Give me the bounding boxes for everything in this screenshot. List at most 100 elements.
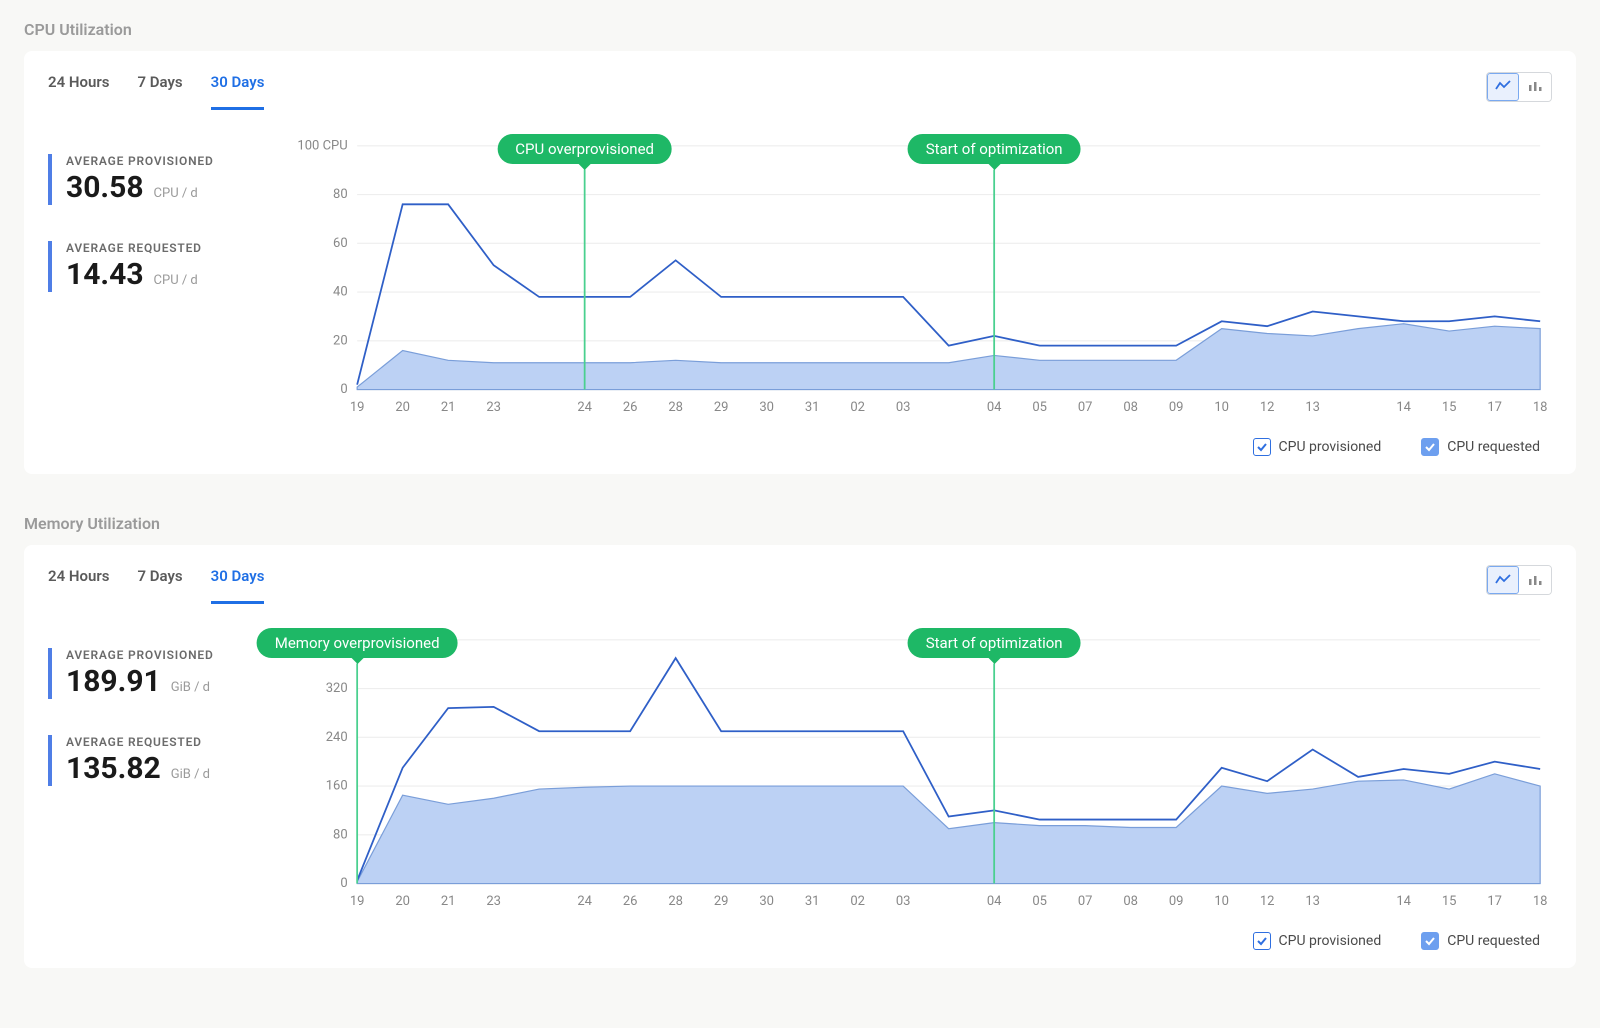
svg-text:02: 02 — [850, 894, 865, 909]
line-chart-toggle[interactable] — [1487, 73, 1519, 101]
svg-text:05: 05 — [1032, 400, 1047, 415]
svg-text:20: 20 — [333, 333, 348, 348]
legend-cpu-provisioned[interactable]: CPU provisioned — [1253, 438, 1382, 456]
svg-text:20: 20 — [395, 894, 410, 909]
legend-mem-requested[interactable]: CPU requested — [1421, 932, 1540, 950]
stat-unit: CPU / d — [154, 186, 198, 201]
bar-chart-toggle[interactable] — [1519, 566, 1551, 594]
svg-text:19: 19 — [350, 894, 365, 909]
stat-value: 14.43 — [66, 257, 144, 292]
svg-text:23: 23 — [486, 400, 501, 415]
checkbox-icon — [1253, 438, 1271, 456]
svg-text:09: 09 — [1169, 400, 1184, 415]
stat-value: 135.82 — [66, 751, 161, 786]
tab-30-days[interactable]: 30 Days — [211, 63, 265, 110]
legend-mem-provisioned[interactable]: CPU provisioned — [1253, 932, 1382, 950]
stat-unit: GiB / d — [171, 680, 210, 695]
svg-text:320: 320 — [326, 681, 348, 696]
stat-value: 189.91 — [66, 664, 161, 699]
annotation-start-optimization-mem: Start of optimization — [908, 628, 1081, 658]
cpu-panel: 24 Hours 7 Days 30 Days AVERAGE PROVISIO… — [24, 51, 1576, 474]
svg-text:240: 240 — [326, 730, 348, 745]
tab-7-days[interactable]: 7 Days — [137, 557, 182, 604]
svg-text:14: 14 — [1396, 894, 1411, 909]
svg-text:24: 24 — [577, 894, 592, 909]
memory-panel: 24 Hours 7 Days 30 Days AVERAGE PROVISIO… — [24, 545, 1576, 968]
svg-text:0: 0 — [340, 382, 347, 397]
cpu-tabs: 24 Hours 7 Days 30 Days — [48, 63, 264, 110]
svg-text:18: 18 — [1533, 894, 1548, 909]
bar-chart-icon — [1527, 571, 1543, 590]
svg-text:12: 12 — [1260, 400, 1275, 415]
tab-24-hours[interactable]: 24 Hours — [48, 63, 109, 110]
svg-text:40: 40 — [333, 285, 348, 300]
annotation-cpu-overprovisioned: CPU overprovisioned — [497, 134, 672, 164]
svg-text:20: 20 — [395, 400, 410, 415]
svg-text:18: 18 — [1533, 400, 1548, 415]
svg-text:03: 03 — [896, 400, 911, 415]
svg-text:12: 12 — [1260, 894, 1275, 909]
svg-text:02: 02 — [850, 400, 865, 415]
legend-label: CPU provisioned — [1279, 439, 1382, 455]
stat-label: AVERAGE REQUESTED — [66, 241, 278, 255]
tab-7-days[interactable]: 7 Days — [137, 63, 182, 110]
svg-text:160: 160 — [326, 779, 348, 794]
memory-chart: 080160240320400 GiB192021232426282930310… — [298, 628, 1552, 912]
stat-label: AVERAGE REQUESTED — [66, 735, 278, 749]
stat-avg-provisioned-cpu: AVERAGE PROVISIONED 30.58 CPU / d — [48, 154, 278, 205]
svg-text:29: 29 — [714, 894, 729, 909]
svg-text:17: 17 — [1487, 894, 1502, 909]
svg-text:0: 0 — [340, 876, 347, 891]
svg-text:08: 08 — [1123, 400, 1138, 415]
svg-text:21: 21 — [441, 400, 456, 415]
tab-24-hours[interactable]: 24 Hours — [48, 557, 109, 604]
checkbox-icon — [1253, 932, 1271, 950]
stat-value: 30.58 — [66, 170, 144, 205]
line-chart-icon — [1495, 571, 1511, 590]
annotation-start-optimization-cpu: Start of optimization — [908, 134, 1081, 164]
svg-text:07: 07 — [1078, 400, 1093, 415]
svg-text:09: 09 — [1169, 894, 1184, 909]
svg-text:31: 31 — [805, 894, 820, 909]
chart-type-toggle-memory — [1486, 565, 1552, 595]
svg-text:80: 80 — [333, 187, 348, 202]
svg-text:21: 21 — [441, 894, 456, 909]
svg-text:15: 15 — [1442, 894, 1457, 909]
svg-text:13: 13 — [1305, 894, 1320, 909]
legend-label: CPU requested — [1447, 933, 1540, 949]
svg-text:17: 17 — [1487, 400, 1502, 415]
tab-30-days[interactable]: 30 Days — [211, 557, 265, 604]
svg-text:23: 23 — [486, 894, 501, 909]
legend-label: CPU provisioned — [1279, 933, 1382, 949]
svg-text:31: 31 — [805, 400, 820, 415]
svg-text:10: 10 — [1214, 894, 1229, 909]
svg-text:26: 26 — [623, 894, 638, 909]
annotation-memory-overprovisioned: Memory overprovisioned — [257, 628, 458, 658]
svg-text:04: 04 — [987, 894, 1002, 909]
line-chart-toggle[interactable] — [1487, 566, 1519, 594]
svg-text:80: 80 — [333, 827, 348, 842]
chart-type-toggle-cpu — [1486, 72, 1552, 102]
section-title-memory: Memory Utilization — [24, 514, 1576, 533]
svg-text:05: 05 — [1032, 894, 1047, 909]
svg-text:15: 15 — [1442, 400, 1457, 415]
svg-text:08: 08 — [1123, 894, 1138, 909]
cpu-chart: 020406080100 CPU192021232426282930310203… — [298, 134, 1552, 418]
svg-text:29: 29 — [714, 400, 729, 415]
svg-text:19: 19 — [350, 400, 365, 415]
legend-label: CPU requested — [1447, 439, 1540, 455]
bar-chart-icon — [1527, 77, 1543, 96]
bar-chart-toggle[interactable] — [1519, 73, 1551, 101]
svg-text:03: 03 — [896, 894, 911, 909]
svg-text:100 CPU: 100 CPU — [298, 138, 348, 153]
legend-cpu-requested[interactable]: CPU requested — [1421, 438, 1540, 456]
svg-text:60: 60 — [333, 236, 348, 251]
stat-avg-provisioned-mem: AVERAGE PROVISIONED 189.91 GiB / d — [48, 648, 278, 699]
stat-unit: CPU / d — [154, 273, 198, 288]
memory-tabs: 24 Hours 7 Days 30 Days — [48, 557, 264, 604]
svg-text:13: 13 — [1305, 400, 1320, 415]
svg-text:26: 26 — [623, 400, 638, 415]
svg-text:28: 28 — [668, 400, 683, 415]
section-title-cpu: CPU Utilization — [24, 20, 1576, 39]
stat-avg-requested-cpu: AVERAGE REQUESTED 14.43 CPU / d — [48, 241, 278, 292]
